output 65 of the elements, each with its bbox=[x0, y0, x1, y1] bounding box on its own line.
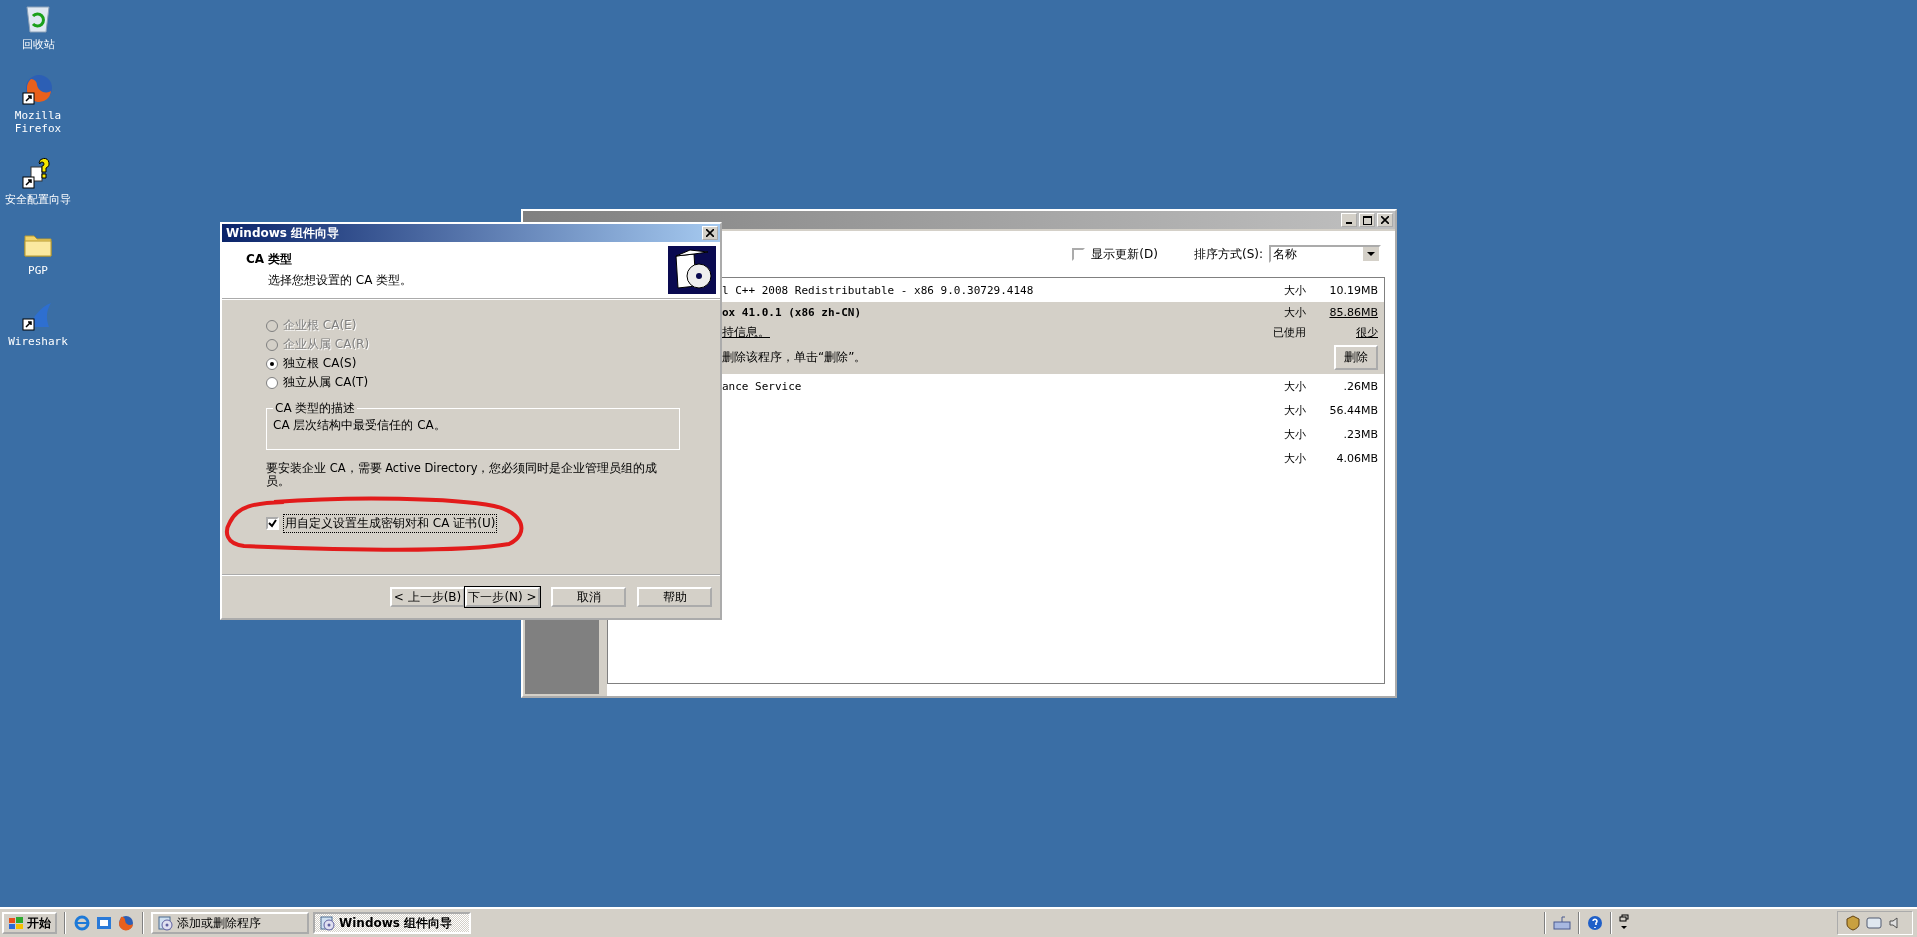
size-value: 10.19MB bbox=[1328, 283, 1378, 297]
keyboard-icon[interactable] bbox=[1553, 915, 1571, 931]
size-label: 大小 bbox=[1283, 402, 1306, 418]
size-label: 大小 bbox=[1283, 450, 1306, 466]
group-title: CA 类型的描述 bbox=[274, 400, 357, 417]
help-icon[interactable] bbox=[1587, 915, 1603, 931]
wizard-subtitle: 选择您想设置的 CA 类型。 bbox=[267, 272, 413, 289]
size-value: .23MB bbox=[1342, 427, 1378, 441]
taskbar-button[interactable]: 添加或删除程序 bbox=[151, 912, 309, 934]
program-name: ance Service bbox=[722, 379, 803, 393]
used-label: 已使用 bbox=[1272, 325, 1306, 340]
start-button[interactable]: 开始 bbox=[2, 912, 57, 934]
taskbar-button[interactable]: Windows 组件向导 bbox=[313, 912, 471, 934]
window-title: Windows 组件向导 bbox=[225, 224, 340, 242]
close-icon bbox=[706, 229, 714, 237]
installer-icon bbox=[319, 915, 335, 931]
program-name: l C++ 2008 Redistributable - x86 9.0.30729.4148 bbox=[722, 283, 1035, 297]
radio-label: 企业根 CA(E) bbox=[283, 317, 357, 334]
ie-icon[interactable] bbox=[73, 914, 91, 932]
size-value: .26MB bbox=[1342, 379, 1378, 393]
remove-hint: 删除该程序，单击“删除”。 bbox=[722, 349, 868, 366]
close-button[interactable] bbox=[702, 226, 718, 240]
wizard-button[interactable]: 下一步(N) > bbox=[465, 587, 540, 607]
mail-icon[interactable] bbox=[95, 914, 113, 932]
used-value[interactable]: 很少 bbox=[1306, 325, 1378, 340]
wizard-button[interactable]: 帮助 bbox=[637, 587, 712, 607]
custom-keys-label: 用自定义设置生成密钥对和 CA 证书(U) bbox=[283, 514, 498, 533]
close-icon bbox=[1381, 216, 1389, 224]
monitor-icon[interactable] bbox=[1866, 916, 1882, 930]
custom-keys-checkbox[interactable] bbox=[266, 517, 279, 530]
shield-icon[interactable] bbox=[1846, 915, 1860, 931]
program-name: ox 41.0.1 (x86 zh-CN) bbox=[722, 306, 863, 319]
radio-button[interactable] bbox=[266, 357, 278, 370]
desktop-icon-label[interactable]: Mozilla Firefox bbox=[0, 109, 76, 135]
windows-flag-icon bbox=[8, 916, 24, 930]
desktop-icon-label[interactable]: 安全配置向导 bbox=[5, 193, 71, 206]
show-updates-label: 显示更新(D) bbox=[1091, 245, 1158, 263]
note-text: 要安装企业 CA，需要 Active Directory，您必须同时是企业管理员组的成员。 bbox=[266, 462, 659, 488]
radio-label: 企业从属 CA(R) bbox=[283, 336, 370, 353]
firefox-icon[interactable] bbox=[117, 914, 135, 932]
restore-menu-icon[interactable] bbox=[1619, 914, 1629, 932]
desktop-icon-label[interactable]: 回收站 bbox=[21, 38, 55, 51]
wizard-button[interactable]: 取消 bbox=[551, 587, 626, 607]
desktop-icon-label[interactable]: PGP bbox=[28, 264, 48, 277]
firefox-icon bbox=[22, 73, 54, 105]
description-text: CA 层次结构中最受信任的 CA。 bbox=[273, 418, 446, 432]
sort-dropdown[interactable]: 名称 bbox=[1269, 245, 1381, 263]
size-label: 大小 bbox=[1283, 305, 1306, 320]
radio-button[interactable] bbox=[266, 376, 278, 389]
size-value: 4.06MB bbox=[1335, 451, 1378, 465]
size-label: 大小 bbox=[1283, 282, 1306, 298]
wizard-heading: CA 类型 bbox=[246, 251, 294, 268]
remove-button[interactable]: 删除 bbox=[1334, 345, 1378, 370]
installer-icon bbox=[157, 915, 173, 931]
support-info-link[interactable]: 持信息。 bbox=[722, 324, 770, 341]
desktop-icon-label[interactable]: Wireshark bbox=[8, 335, 68, 348]
size-value: 56.44MB bbox=[1328, 403, 1378, 417]
size-label: 大小 bbox=[1283, 378, 1306, 394]
radio-label: 独立从属 CA(T) bbox=[283, 374, 369, 391]
sort-label: 排序方式(S): bbox=[1193, 245, 1263, 263]
radio-label: 独立根 CA(S) bbox=[283, 355, 357, 372]
size-value[interactable]: 85.86MB bbox=[1306, 306, 1378, 319]
size-label: 大小 bbox=[1283, 426, 1306, 442]
maximize-icon bbox=[1362, 215, 1372, 225]
wizard-button[interactable]: < 上一步(B) bbox=[390, 587, 465, 607]
